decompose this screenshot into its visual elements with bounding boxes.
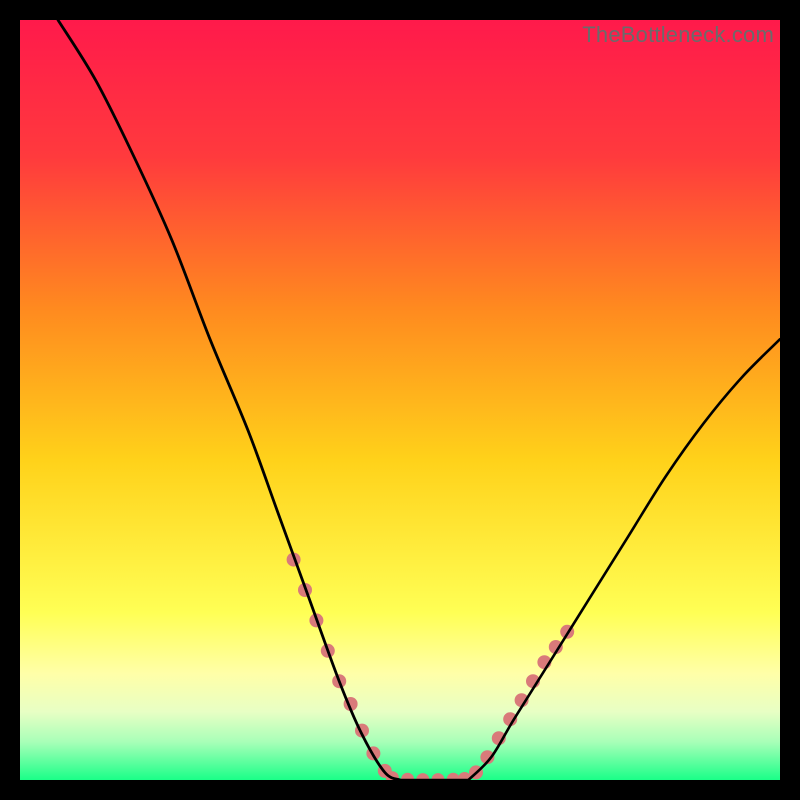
chart-frame: TheBottleneck.com bbox=[20, 20, 780, 780]
left-falling-curve bbox=[58, 20, 400, 780]
chart-canvas bbox=[20, 20, 780, 780]
watermark-label: TheBottleneck.com bbox=[582, 22, 774, 48]
data-points-layer bbox=[287, 553, 575, 780]
right-rising-curve bbox=[468, 339, 780, 780]
